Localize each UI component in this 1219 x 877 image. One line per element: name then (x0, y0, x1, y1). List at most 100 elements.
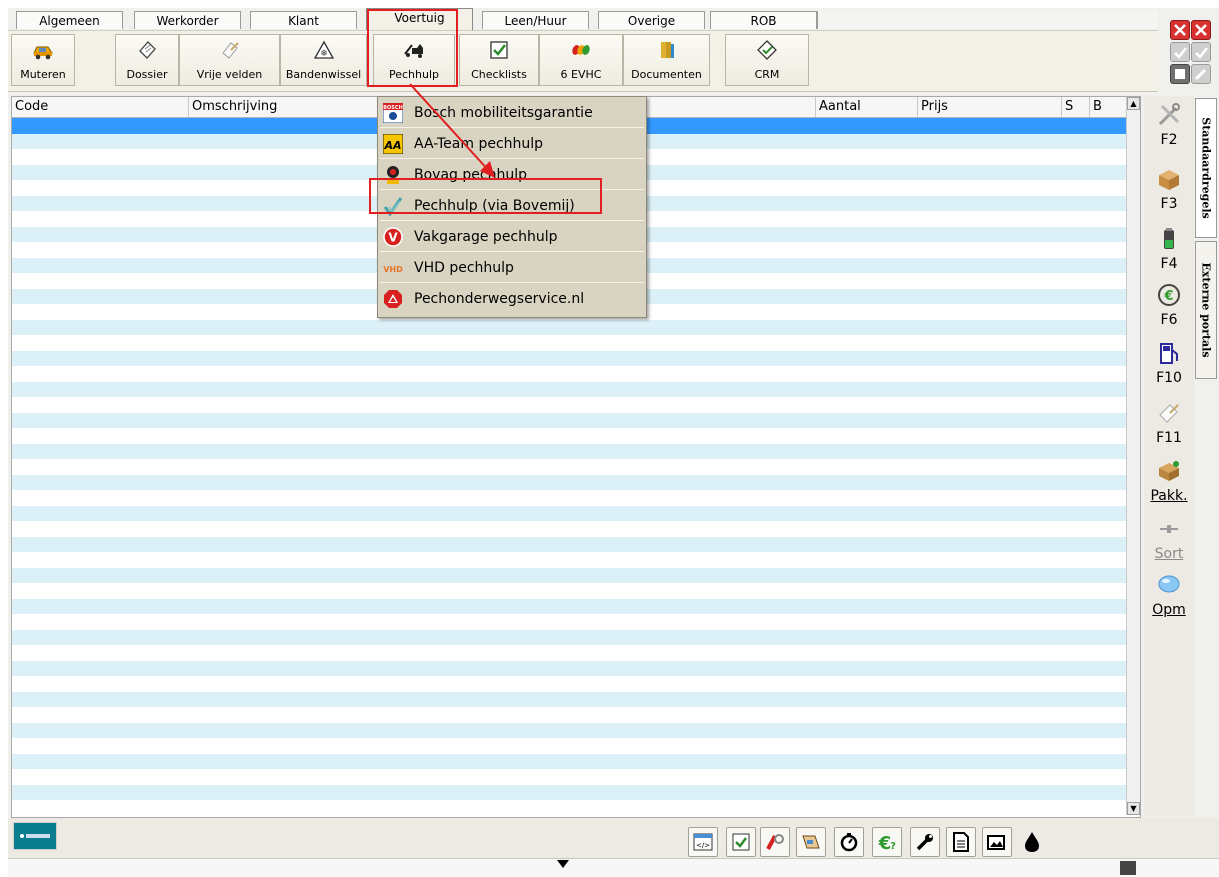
side-button-f2[interactable]: F2 (1144, 102, 1194, 148)
free-fields-button[interactable]: Vrije velden (179, 34, 280, 86)
edit-icon[interactable] (1191, 64, 1211, 84)
menu-item-bovemij[interactable]: Pechhulp (via Bovemij) (380, 191, 644, 221)
side-button-f3[interactable]: F3 (1144, 166, 1194, 212)
repair-icon (766, 834, 784, 850)
column-header-price[interactable]: Prijs (918, 97, 1062, 117)
table-row[interactable] (12, 490, 1126, 506)
code-icon: </> (693, 833, 713, 851)
column-header-b[interactable]: B (1090, 97, 1126, 117)
table-row[interactable] (12, 552, 1126, 568)
tab-overige[interactable]: Overige (598, 11, 705, 29)
tab-voertuig[interactable]: Voertuig (366, 8, 473, 30)
oil-bottom-button[interactable] (1018, 827, 1048, 857)
cancel-icon[interactable] (1191, 20, 1211, 40)
side-button-label: F2 (1160, 132, 1178, 148)
vertical-tab-label: Standaardregels (1199, 117, 1213, 219)
vertical-tab-externe-portals[interactable]: Externe portals (1195, 241, 1217, 379)
column-header-s[interactable]: S (1062, 97, 1090, 117)
table-row[interactable] (12, 691, 1126, 707)
table-row[interactable] (12, 583, 1126, 599)
menu-item-vakgarage[interactable]: V Vakgarage pechhulp (380, 222, 644, 252)
timer-bottom-button[interactable] (834, 827, 864, 857)
mutate-button[interactable]: Muteren (11, 34, 75, 86)
table-row[interactable] (12, 722, 1126, 738)
table-row[interactable] (12, 412, 1126, 428)
payment-bottom-button[interactable]: €? (872, 827, 902, 857)
save-icon[interactable] (1170, 64, 1190, 84)
brand-logo-icon (13, 822, 57, 850)
table-row[interactable] (12, 381, 1126, 397)
table-row[interactable] (12, 474, 1126, 490)
table-row[interactable] (12, 428, 1126, 444)
repair-bottom-button[interactable] (760, 827, 790, 857)
side-button-f6[interactable]: € F6 (1144, 282, 1194, 328)
tools-bottom-button[interactable] (910, 827, 940, 857)
confirm-icon[interactable] (1170, 42, 1190, 62)
side-button-label: F3 (1160, 196, 1178, 212)
side-button-remark[interactable]: Opm (1144, 572, 1194, 618)
tab-algemeen[interactable]: Algemeen (16, 11, 123, 29)
table-row[interactable] (12, 567, 1126, 583)
table-row[interactable] (12, 629, 1126, 645)
table-row[interactable] (12, 350, 1126, 366)
code-view-button[interactable]: </> (688, 827, 718, 857)
table-row[interactable] (12, 753, 1126, 769)
crm-button[interactable]: CRM (725, 34, 809, 86)
tab-leen-huur[interactable]: Leen/Huur (482, 11, 589, 29)
checklist-bottom-button[interactable] (726, 827, 756, 857)
document-bottom-button[interactable] (946, 827, 976, 857)
tyre-change-button[interactable]: ❄ Bandenwissel (280, 34, 367, 86)
confirm-all-icon[interactable] (1191, 42, 1211, 62)
side-button-package[interactable]: Pakk. (1144, 458, 1194, 504)
tab-klant[interactable]: Klant (250, 11, 357, 29)
evhc-icon (572, 45, 590, 55)
dossier-button[interactable]: Dossier (115, 34, 179, 86)
menu-item-vhd[interactable]: VHD VHD pechhulp (380, 253, 644, 283)
scroll-up-icon[interactable]: ▲ (1127, 97, 1140, 110)
table-row[interactable] (12, 800, 1126, 816)
tab-werkorder[interactable]: Werkorder (134, 11, 241, 29)
side-button-f11[interactable]: F11 (1144, 400, 1194, 446)
invoice-bottom-button[interactable] (796, 827, 826, 857)
grid-vertical-scrollbar[interactable]: ▲ ▼ (1126, 97, 1140, 815)
resize-grip-icon[interactable] (1120, 861, 1136, 875)
column-header-quantity[interactable]: Aantal (816, 97, 918, 117)
table-row[interactable] (12, 784, 1126, 800)
evhc-button[interactable]: 6 EVHC (539, 34, 623, 86)
free-fields-icon (221, 42, 239, 59)
table-row[interactable] (12, 660, 1126, 676)
table-row[interactable] (12, 319, 1126, 335)
note-icon (1159, 404, 1179, 423)
scroll-down-icon[interactable]: ▼ (1127, 802, 1140, 815)
table-row[interactable] (12, 366, 1126, 382)
vertical-tab-standaardregels[interactable]: Standaardregels (1195, 98, 1217, 238)
table-row[interactable] (12, 536, 1126, 552)
table-row[interactable] (12, 645, 1126, 661)
table-row[interactable] (12, 676, 1126, 692)
svg-text:?: ? (890, 841, 896, 852)
table-row[interactable] (12, 598, 1126, 614)
menu-item-pechonderweg[interactable]: Pechonderwegservice.nl (380, 284, 644, 314)
table-row[interactable] (12, 521, 1126, 537)
documents-button[interactable]: Documenten (623, 34, 710, 86)
crm-icon (757, 40, 777, 60)
close-icon[interactable] (1170, 20, 1190, 40)
tab-strip-filler (817, 11, 1158, 29)
side-button-f10[interactable]: F10 (1144, 340, 1194, 386)
table-row[interactable] (12, 707, 1126, 723)
documents-icon (660, 42, 674, 58)
tab-rob[interactable]: ROB (710, 11, 817, 29)
side-button-f4[interactable]: F4 (1144, 226, 1194, 272)
table-row[interactable] (12, 505, 1126, 521)
table-row[interactable] (12, 397, 1126, 413)
table-row[interactable] (12, 614, 1126, 630)
table-row[interactable] (12, 769, 1126, 785)
side-button-sort[interactable]: Sort (1144, 516, 1194, 562)
table-row[interactable] (12, 459, 1126, 475)
table-row[interactable] (12, 738, 1126, 754)
table-row[interactable] (12, 443, 1126, 459)
column-header-code[interactable]: Code (12, 97, 189, 117)
photos-bottom-button[interactable] (982, 827, 1012, 857)
table-row[interactable] (12, 335, 1126, 351)
package-icon (1159, 461, 1179, 481)
